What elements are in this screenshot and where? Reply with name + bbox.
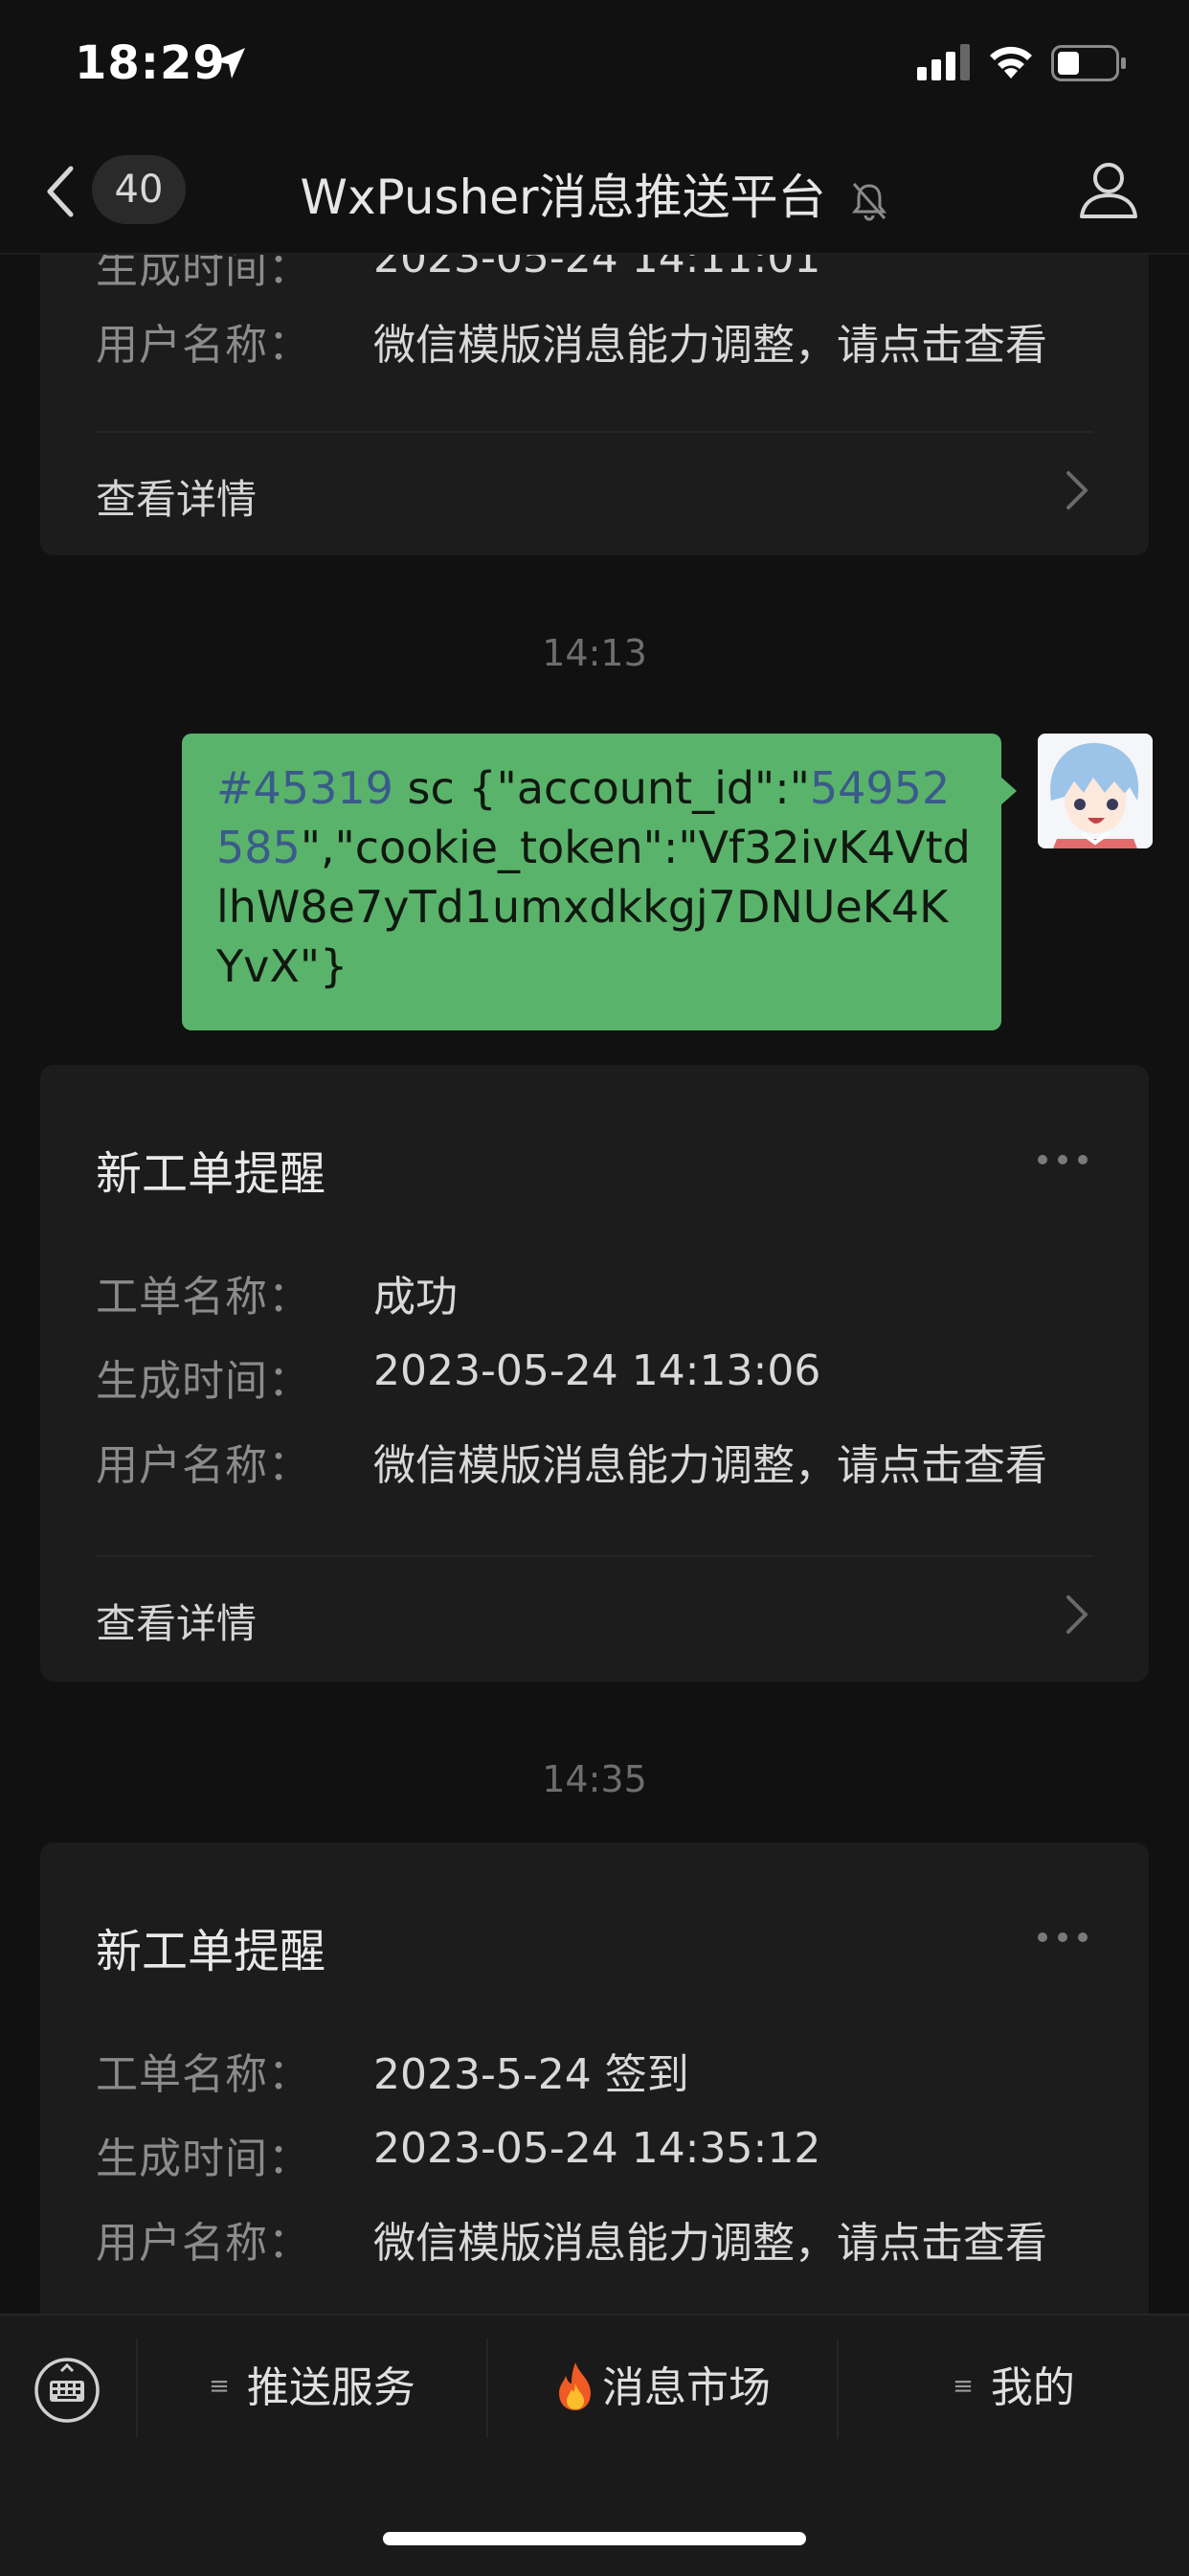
card-title: 新工单提醒 xyxy=(96,1147,326,1201)
anime-avatar-image xyxy=(1038,734,1153,848)
field-value: 微信模版消息能力调整，请点击查看 xyxy=(373,1441,1047,1490)
field-value: 2023-5-24 签到 xyxy=(373,2050,689,2099)
menu-label: 推送服务 xyxy=(246,2363,415,2412)
field-value: 2023-05-24 14:35:12 xyxy=(373,2124,821,2173)
field-label: 生成时间： xyxy=(96,2135,311,2183)
menu-push-service[interactable]: ≡ 推送服务 xyxy=(138,2350,486,2427)
status-bar: 18:29 xyxy=(0,0,1189,126)
chat-title: WxPusher消息推送平台 xyxy=(300,169,826,225)
view-details-link[interactable]: 查看详情 xyxy=(96,467,257,526)
battery-icon xyxy=(1051,45,1126,81)
keyboard-toggle-icon[interactable] xyxy=(33,2354,101,2423)
card-divider xyxy=(96,431,1093,433)
field-label: 工单名称： xyxy=(96,1273,311,1322)
chevron-right-icon[interactable] xyxy=(1065,469,1089,511)
fire-icon xyxy=(559,2362,591,2410)
field-value: 微信模版消息能力调整，请点击查看 xyxy=(373,321,1047,370)
hamburger-icon: ≡ xyxy=(953,2372,974,2401)
menu-message-market[interactable]: 消息市场 xyxy=(488,2350,837,2427)
field-value: 2023-05-24 14:13:06 xyxy=(373,1346,821,1395)
more-options-icon[interactable] xyxy=(1036,1931,1089,1944)
chevron-right-icon[interactable] xyxy=(1065,1593,1089,1636)
sent-message-bubble[interactable]: #45319 sc {"account_id":"54952585","cook… xyxy=(182,734,1001,1030)
bubble-tail xyxy=(999,776,1017,806)
message-text: #45319 sc {"account_id":"54952585","cook… xyxy=(216,762,971,992)
avatar[interactable] xyxy=(1038,734,1153,848)
chat-header: 40 WxPusher消息推送平台 xyxy=(0,126,1189,255)
field-label: 工单名称： xyxy=(96,2050,311,2099)
cellular-signal-icon xyxy=(917,44,970,80)
field-label: 用户名称： xyxy=(96,2219,311,2268)
location-arrow-icon xyxy=(214,48,245,79)
work-order-card[interactable]: 新工单提醒 工单名称： 成功 生成时间： 2023-05-24 14:13:06… xyxy=(40,1065,1149,1682)
card-title: 新工单提醒 xyxy=(96,1925,326,1978)
field-value: 微信模版消息能力调整，请点击查看 xyxy=(373,2219,1047,2268)
field-value: 成功 xyxy=(373,1273,458,1322)
work-order-card[interactable]: 新工单提醒 工单名称： 2023-5-24 签到 生成时间： 2023-05-2… xyxy=(40,1842,1149,2379)
more-options-icon[interactable] xyxy=(1036,1153,1089,1166)
field-label: 生成时间： xyxy=(96,1357,311,1406)
hamburger-icon: ≡ xyxy=(209,2372,230,2401)
wifi-icon xyxy=(990,46,1032,79)
home-indicator[interactable] xyxy=(383,2532,806,2545)
ticket-link[interactable]: #45319 xyxy=(216,762,393,814)
timestamp-separator: 14:13 xyxy=(542,632,647,674)
view-details-link[interactable]: 查看详情 xyxy=(96,1592,257,1650)
field-label: 用户名称： xyxy=(96,321,311,370)
timestamp-separator: 14:35 xyxy=(542,1758,647,1800)
card-divider xyxy=(96,1555,1093,1557)
status-time: 18:29 xyxy=(75,36,226,90)
mute-bell-icon xyxy=(852,182,887,220)
menu-label: 我的 xyxy=(990,2363,1075,2412)
menu-label: 消息市场 xyxy=(602,2363,771,2412)
menu-mine[interactable]: ≡ 我的 xyxy=(839,2350,1189,2427)
user-profile-icon[interactable] xyxy=(1078,159,1139,220)
field-label: 用户名称： xyxy=(96,1441,311,1490)
